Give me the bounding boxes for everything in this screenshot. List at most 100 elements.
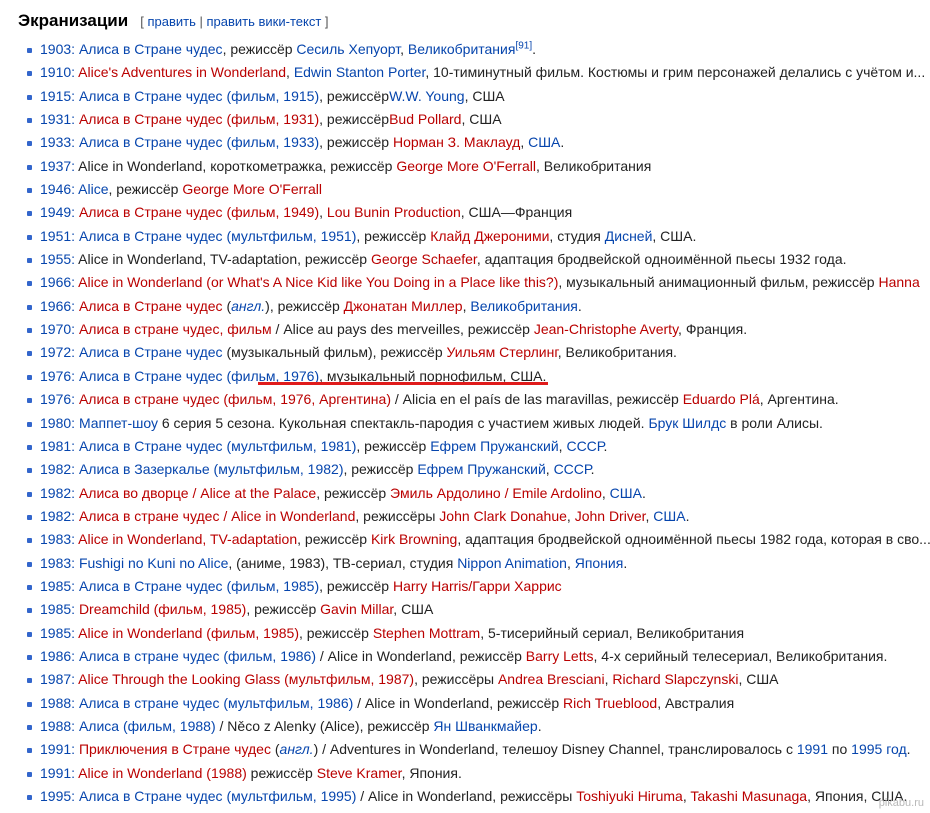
- red-link[interactable]: Эмиль Ардолино / Emile Ardolino: [390, 485, 602, 501]
- red-link[interactable]: Stephen Mottram: [373, 625, 480, 641]
- red-link[interactable]: George More O'Ferrall: [396, 158, 536, 174]
- red-link[interactable]: Alice's Adventures in Wonderland: [78, 64, 286, 80]
- red-link[interactable]: Алиса в Стране чудес (фильм, 1931): [79, 111, 319, 127]
- wiki-link[interactable]: 1991:: [40, 765, 78, 781]
- red-link[interactable]: Eduardo Plá: [683, 391, 760, 407]
- red-link[interactable]: Hanna: [878, 274, 919, 290]
- wiki-link[interactable]: США: [653, 508, 685, 524]
- red-link[interactable]: Takashi Masunaga: [690, 788, 807, 804]
- red-link[interactable]: Bud Pollard: [389, 111, 461, 127]
- wiki-link[interactable]: 1982:: [40, 485, 79, 501]
- wiki-link[interactable]: 1988:: [40, 695, 79, 711]
- wiki-link[interactable]: Edwin Stanton Porter: [294, 64, 426, 80]
- wiki-link[interactable]: 1987:: [40, 671, 78, 687]
- wiki-link[interactable]: США: [610, 485, 642, 501]
- edit-link[interactable]: править: [147, 14, 195, 29]
- red-link[interactable]: Alice in Wonderland (фильм, 1985): [78, 625, 299, 641]
- wiki-link[interactable]: 1976:: [40, 368, 79, 384]
- wiki-link[interactable]: Сесиль Хепуорт: [296, 41, 400, 57]
- wiki-link[interactable]: 1955:: [40, 251, 78, 267]
- wiki-link[interactable]: 1985:: [40, 601, 79, 617]
- wiki-link[interactable]: 1983:: [40, 531, 78, 547]
- wiki-link[interactable]: Ефрем Пружанский: [430, 438, 558, 454]
- red-link[interactable]: Alice in Wonderland, TV-adaptation: [78, 531, 297, 547]
- red-link[interactable]: Gavin Millar: [320, 601, 393, 617]
- wiki-link[interactable]: Ян Шванкмайер: [433, 718, 537, 734]
- reference-link[interactable]: [91]: [515, 40, 532, 51]
- red-link[interactable]: John Driver: [575, 508, 646, 524]
- red-link[interactable]: Alice in Wonderland (or What's A Nice Ki…: [78, 274, 558, 290]
- red-link[interactable]: Jean-Christophe Averty: [534, 321, 678, 337]
- wiki-link[interactable]: 1946:: [40, 181, 78, 197]
- wiki-link[interactable]: Великобритания: [470, 298, 578, 314]
- red-link[interactable]: Alice in Wonderland (1988): [78, 765, 247, 781]
- wiki-link[interactable]: 1937:: [40, 158, 78, 174]
- wiki-link[interactable]: Великобритания: [408, 41, 516, 57]
- red-link[interactable]: Алиса в стране чудес / Alice in Wonderla…: [79, 508, 355, 524]
- red-link[interactable]: Richard Slapczynski: [612, 671, 738, 687]
- red-link[interactable]: Уильям Стерлинг: [447, 344, 558, 360]
- red-link[interactable]: Джонатан Миллер: [344, 298, 463, 314]
- wiki-link[interactable]: 1981:: [40, 438, 79, 454]
- wiki-link[interactable]: 1995 год: [851, 741, 906, 757]
- wiki-link[interactable]: 1966:: [40, 274, 78, 290]
- wiki-link[interactable]: Алиса в Стране чудес: [79, 41, 223, 57]
- wiki-link[interactable]: 1910:: [40, 64, 78, 80]
- language-link[interactable]: англ.: [280, 741, 314, 757]
- wiki-link[interactable]: Алиса в Стране чудес (фильм, 1985): [79, 578, 319, 594]
- red-link[interactable]: Toshiyuki Hiruma: [576, 788, 683, 804]
- red-link[interactable]: Клайд Джероними: [430, 228, 549, 244]
- wiki-link[interactable]: Япония: [575, 555, 624, 571]
- red-link[interactable]: Норман З. Маклауд: [393, 134, 520, 150]
- red-link[interactable]: Kirk Browning: [371, 531, 457, 547]
- wiki-link[interactable]: Дисней: [605, 228, 653, 244]
- wiki-link[interactable]: 1949:: [40, 204, 79, 220]
- wiki-link[interactable]: 1982:: [40, 508, 79, 524]
- red-link[interactable]: Алиса в стране чудес (фильм, 1976, Арген…: [79, 391, 391, 407]
- wiki-link[interactable]: Алиса в Стране чудес: [79, 344, 223, 360]
- wiki-link[interactable]: 1903:: [40, 41, 79, 57]
- red-link[interactable]: Алиса во дворце / Alice at the Palace: [79, 485, 316, 501]
- wiki-link[interactable]: 1988:: [40, 718, 79, 734]
- wiki-link[interactable]: Алиса в стране чудес (фильм, 1986): [79, 648, 316, 664]
- wiki-link[interactable]: 1972:: [40, 344, 79, 360]
- red-link[interactable]: Алиса в Стране чудес: [79, 298, 223, 314]
- wiki-link[interactable]: США: [528, 134, 560, 150]
- red-link[interactable]: Приключения в Стране чудес: [79, 741, 271, 757]
- wiki-link[interactable]: 1976:: [40, 391, 79, 407]
- wiki-link[interactable]: Брук Шилдс: [648, 415, 726, 431]
- wiki-link[interactable]: 1985:: [40, 578, 79, 594]
- red-link[interactable]: George More O'Ferrall: [182, 181, 322, 197]
- red-link[interactable]: Lou Bunin Production: [327, 204, 461, 220]
- wiki-link[interactable]: 1991:: [40, 741, 79, 757]
- wiki-link[interactable]: Ефрем Пружанский: [417, 461, 545, 477]
- wiki-link[interactable]: Алиса в Стране чудес (фильм, 1915): [79, 88, 319, 104]
- red-link[interactable]: Dreamchild (фильм, 1985): [79, 601, 246, 617]
- red-link[interactable]: Rich Trueblood: [563, 695, 657, 711]
- wiki-link[interactable]: W.W. Young: [389, 88, 465, 104]
- red-link[interactable]: George Schaefer: [371, 251, 477, 267]
- red-link[interactable]: Steve Kramer: [317, 765, 402, 781]
- red-link[interactable]: Harry Harris/Гарри Харрис: [393, 578, 562, 594]
- wiki-link[interactable]: Алиса в Стране чудес (мультфильм, 1995): [79, 788, 356, 804]
- wiki-link[interactable]: 1951:: [40, 228, 79, 244]
- edit-wikitext-link[interactable]: править вики-текст: [207, 14, 322, 29]
- wiki-link[interactable]: 1982:: [40, 461, 79, 477]
- red-link[interactable]: Barry Letts: [526, 648, 594, 664]
- wiki-link[interactable]: 1995:: [40, 788, 79, 804]
- wiki-link[interactable]: 1980:: [40, 415, 79, 431]
- wiki-link[interactable]: Алиса в Стране чудес (мультфильм, 1951): [79, 228, 356, 244]
- wiki-link[interactable]: Fushigi no Kuni no Alice: [79, 555, 228, 571]
- wiki-link[interactable]: 1966:: [40, 298, 79, 314]
- wiki-link[interactable]: Алиса в стране чудес (мультфильм, 1986): [79, 695, 353, 711]
- wiki-link[interactable]: Алиса в Стране чудес (фильм, 1933): [79, 134, 319, 150]
- red-link[interactable]: Алиса в стране чудес, фильм: [79, 321, 272, 337]
- wiki-link[interactable]: СССР: [554, 461, 591, 477]
- wiki-link[interactable]: Алиса в Стране чудес (мультфильм, 1981): [79, 438, 356, 454]
- wiki-link[interactable]: 1931:: [40, 111, 79, 127]
- red-link[interactable]: John Clark Donahue: [439, 508, 567, 524]
- wiki-link[interactable]: 1985:: [40, 625, 78, 641]
- wiki-link[interactable]: 1915:: [40, 88, 79, 104]
- wiki-link[interactable]: Алиса (фильм, 1988): [79, 718, 216, 734]
- red-link[interactable]: Alice Through the Looking Glass (мультфи…: [78, 671, 414, 687]
